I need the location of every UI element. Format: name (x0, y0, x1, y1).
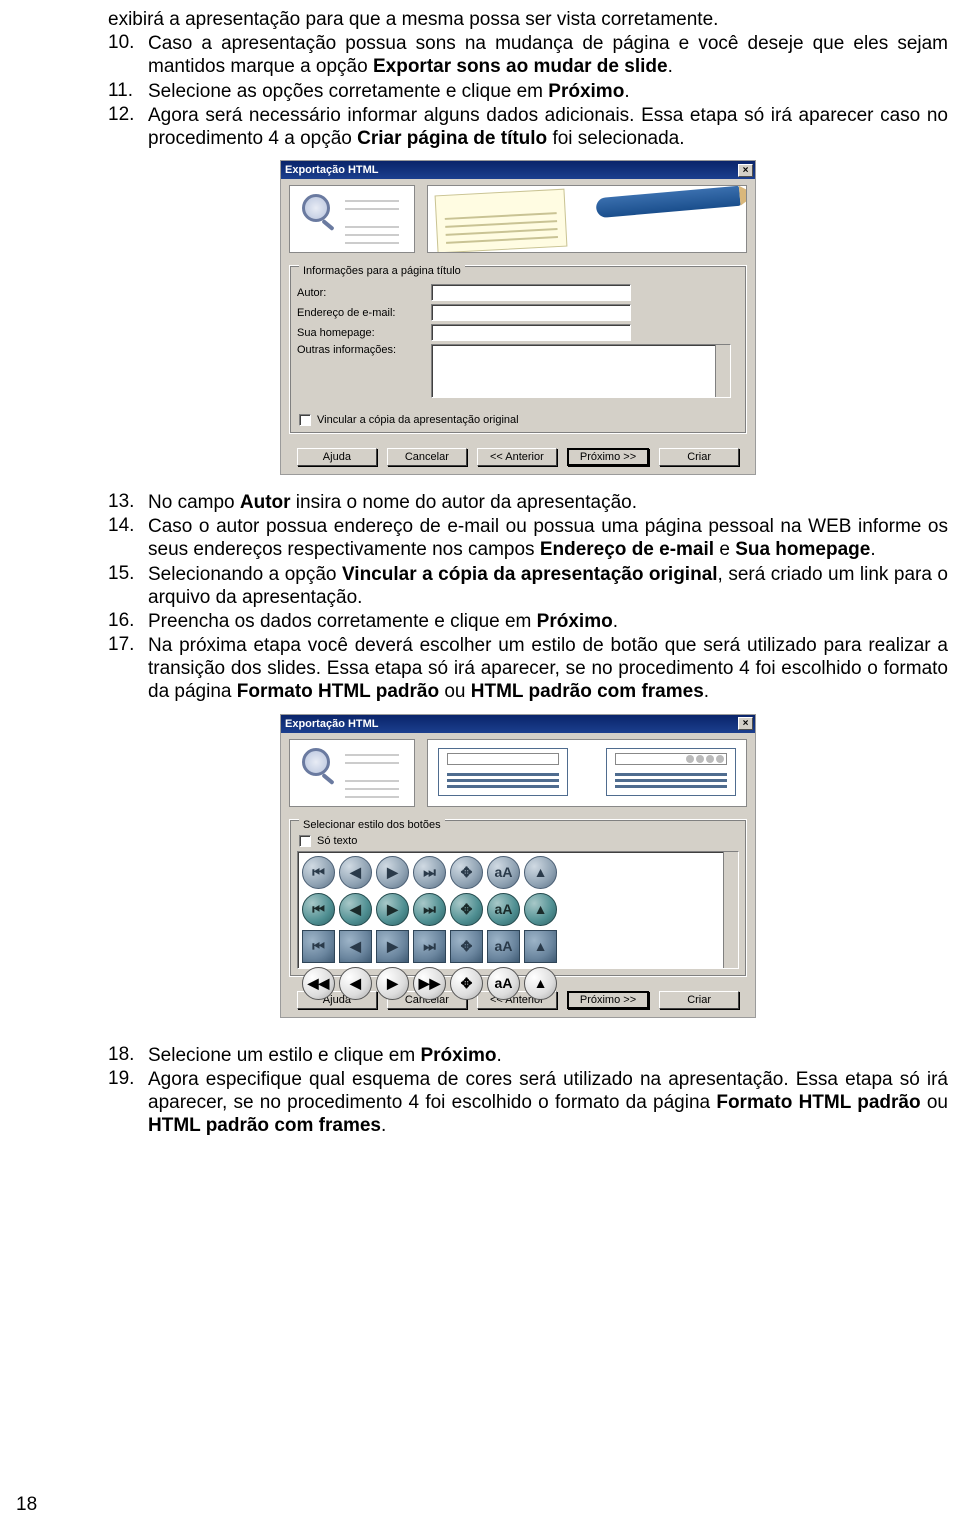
style-button[interactable]: aA (487, 856, 520, 889)
dialog-button-row: Ajuda Cancelar << Anterior Próximo >> Cr… (281, 440, 755, 474)
dialog-illustration (281, 733, 755, 813)
next-button[interactable]: Próximo >> (567, 448, 649, 466)
list-body: Agora será necessário informar alguns da… (148, 104, 948, 150)
button-style-group: Selecionar estilo dos botões Só texto ⏮ … (289, 813, 747, 977)
style-button[interactable]: ▲ (524, 930, 557, 963)
list-item: 11.Selecione as opções corretamente e cl… (108, 80, 948, 103)
style-button[interactable]: ⏮ (302, 930, 335, 963)
list-body: No campo Autor insira o nome do autor da… (148, 491, 948, 514)
help-button[interactable]: Ajuda (297, 448, 377, 466)
style-button[interactable]: ▶ (376, 930, 409, 963)
list-body: Preencha os dados corretamente e clique … (148, 610, 948, 633)
step-illustration (427, 739, 747, 807)
style-button[interactable]: ▲ (524, 967, 557, 1000)
style-button[interactable]: ✥ (450, 893, 483, 926)
list-body: Selecione as opções corretamente e cliqu… (148, 80, 948, 103)
dialog-titlebar: Exportação HTML × (281, 161, 755, 179)
create-button[interactable]: Criar (659, 448, 739, 466)
list-number: 19. (108, 1068, 148, 1138)
style-button[interactable]: ✥ (450, 856, 483, 889)
text-only-checkbox[interactable] (299, 835, 311, 847)
author-input[interactable] (431, 284, 631, 301)
style-button[interactable]: ⏮ (302, 856, 335, 889)
style-button[interactable]: ⏭ (413, 856, 446, 889)
document-page: { "intro_line": "exibirá a apresentação … (0, 0, 960, 1538)
list-number: 12. (108, 104, 148, 150)
list-body: Na próxima etapa você deverá escolher um… (148, 634, 948, 704)
list-body: Selecione um estilo e clique em Próximo. (148, 1044, 948, 1067)
style-button[interactable]: ▲ (524, 856, 557, 889)
list-body: Caso a apresentação possua sons na mudan… (148, 32, 948, 78)
cancel-button[interactable]: Cancelar (387, 448, 467, 466)
list-item: 17.Na próxima etapa você deverá escolher… (108, 634, 948, 704)
list-number: 16. (108, 610, 148, 633)
style-button[interactable]: ▶ (376, 856, 409, 889)
list-body: Selecionando a opção Vincular a cópia da… (148, 563, 948, 609)
group-title: Selecionar estilo dos botões (299, 819, 445, 831)
title-info-group: Informações para a página título Autor: … (289, 259, 747, 434)
list-number: 10. (108, 32, 148, 78)
list-number: 11. (108, 80, 148, 103)
export-html-dialog-1: Exportação HTML × Informações para a pág… (280, 160, 756, 475)
list-item: 10.Caso a apresentação possua sons na mu… (108, 32, 948, 78)
dialog-illustration (281, 179, 755, 259)
email-input[interactable] (431, 304, 631, 321)
progress-thumbnail (289, 739, 415, 807)
style-button[interactable]: ▶ (376, 967, 409, 1000)
style-button[interactable]: aA (487, 893, 520, 926)
group-title: Informações para a página título (299, 265, 465, 277)
style-button[interactable]: ⏮ (302, 893, 335, 926)
style-button[interactable]: ◀ (339, 856, 372, 889)
back-button[interactable]: << Anterior (477, 448, 557, 466)
list-body: Agora especifique qual esquema de cores … (148, 1068, 948, 1138)
dialog-title: Exportação HTML (285, 718, 379, 730)
close-icon[interactable]: × (738, 164, 753, 177)
list-item: 13.No campo Autor insira o nome do autor… (108, 491, 948, 514)
homepage-input[interactable] (431, 324, 631, 341)
progress-thumbnail (289, 185, 415, 253)
list-item: 18.Selecione um estilo e clique em Próxi… (108, 1044, 948, 1067)
link-copy-checkbox[interactable] (299, 414, 311, 426)
list-number: 17. (108, 634, 148, 704)
other-info-label: Outras informações: (297, 344, 425, 356)
list-number: 13. (108, 491, 148, 514)
list-number: 14. (108, 515, 148, 561)
style-button[interactable]: ◀ (339, 930, 372, 963)
style-button[interactable]: ⏭ (413, 893, 446, 926)
email-label: Endereço de e-mail: (297, 307, 425, 319)
list-number: 15. (108, 563, 148, 609)
dialog-title: Exportação HTML (285, 164, 379, 176)
homepage-label: Sua homepage: (297, 327, 425, 339)
author-label: Autor: (297, 287, 425, 299)
list-body: Caso o autor possua endereço de e-mail o… (148, 515, 948, 561)
list-item: 12.Agora será necessário informar alguns… (108, 104, 948, 150)
style-button[interactable]: ◀◀ (302, 967, 335, 1000)
close-icon[interactable]: × (738, 717, 753, 730)
style-button[interactable]: ▶ (376, 893, 409, 926)
style-button[interactable]: ✥ (450, 930, 483, 963)
other-info-textarea[interactable] (431, 344, 731, 398)
style-button[interactable]: ✥ (450, 967, 483, 1000)
style-button[interactable]: ◀ (339, 967, 372, 1000)
dialog-titlebar: Exportação HTML × (281, 715, 755, 733)
intro-text: exibirá a apresentação para que a mesma … (108, 8, 948, 31)
step-illustration (427, 185, 747, 253)
list-item: 19.Agora especifique qual esquema de cor… (108, 1068, 948, 1138)
list-item: 14.Caso o autor possua endereço de e-mai… (108, 515, 948, 561)
link-copy-label: Vincular a cópia da apresentação origina… (317, 414, 519, 426)
style-button[interactable]: ◀ (339, 893, 372, 926)
style-button[interactable]: aA (487, 967, 520, 1000)
text-only-label: Só texto (317, 835, 357, 847)
style-button[interactable]: ▶▶ (413, 967, 446, 1000)
list-item: 16.Preencha os dados corretamente e cliq… (108, 610, 948, 633)
list-item: 15.Selecionando a opção Vincular a cópia… (108, 563, 948, 609)
style-button[interactable]: aA (487, 930, 520, 963)
style-button[interactable]: ▲ (524, 893, 557, 926)
style-button[interactable]: ⏭ (413, 930, 446, 963)
list-number: 18. (108, 1044, 148, 1067)
export-html-dialog-2: Exportação HTML × Selecionar estilo dos … (280, 714, 756, 1018)
page-number: 18 (16, 1494, 37, 1516)
button-style-grid[interactable]: ⏮ ◀ ▶ ⏭ ✥ aA ▲ ⏮ ◀ ▶ ⏭ ✥ aA ▲ (297, 851, 739, 969)
